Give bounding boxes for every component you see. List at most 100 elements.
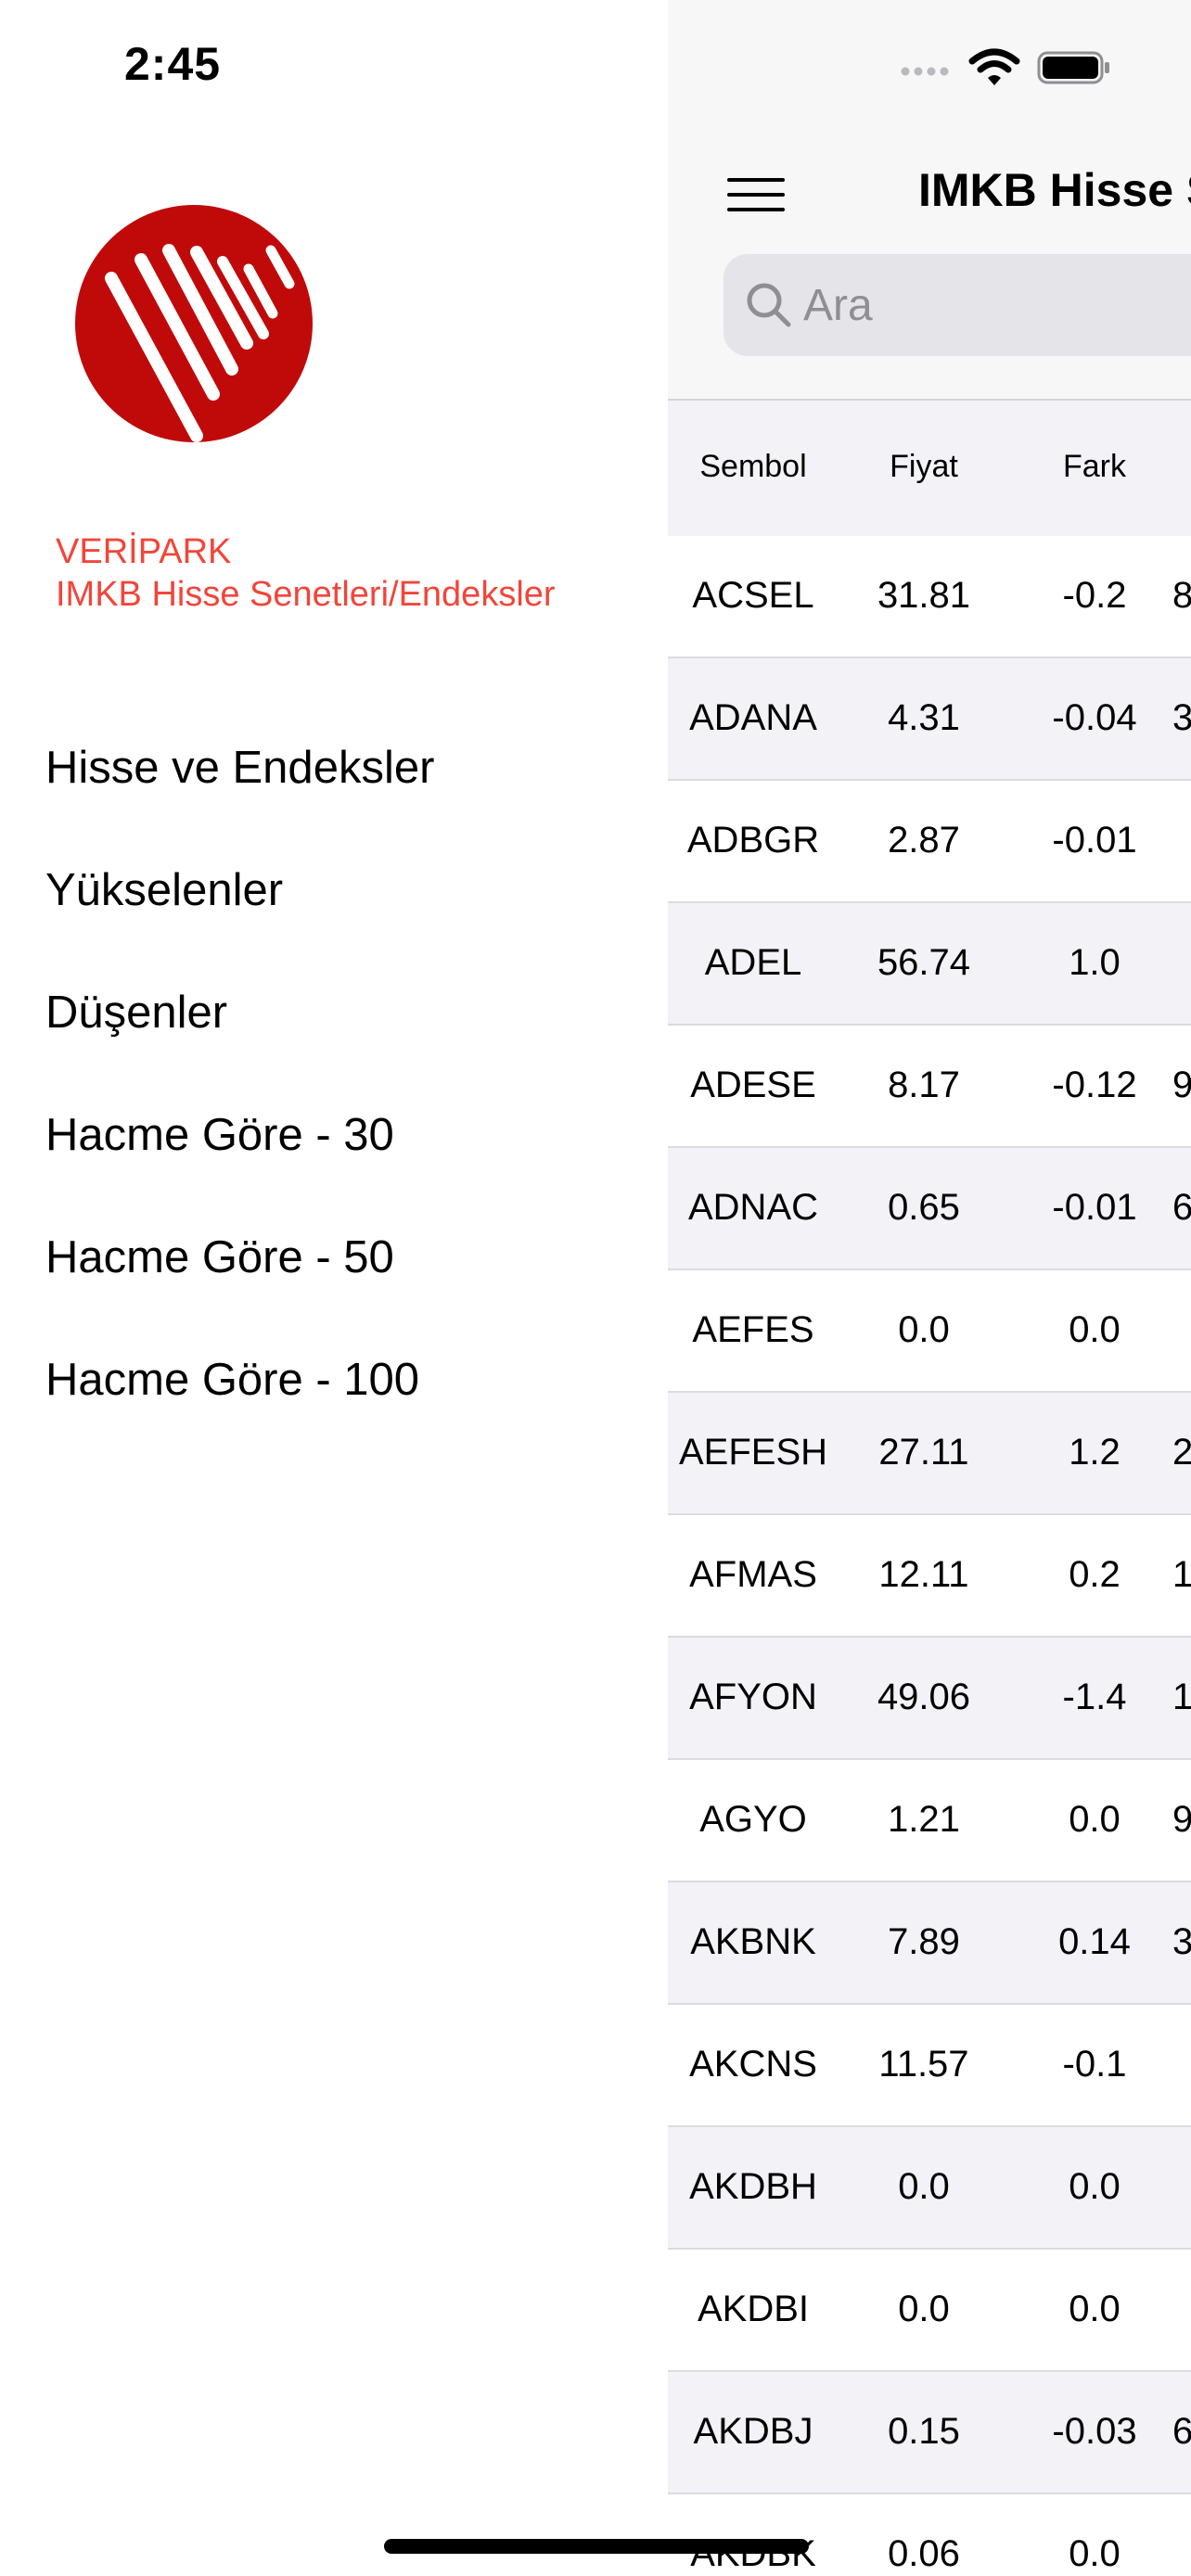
cell-diff: -0.03 (1052, 2411, 1137, 2452)
cell-diff: -0.2 (1062, 575, 1127, 616)
cell-diff: -0.12 (1052, 1065, 1137, 1105)
cell-price: 31.81 (877, 575, 971, 616)
wifi-icon (968, 48, 1020, 85)
cell-price: 0.0 (898, 2289, 950, 2329)
cell-symbol: AEFESH (678, 1432, 828, 1473)
column-header-sembol: Sembol (699, 449, 807, 484)
home-indicator[interactable] (384, 2539, 809, 2554)
cell-diff: 0.14 (1058, 1921, 1131, 1962)
cellular-signal-icon (901, 67, 949, 76)
cell-extra: 9 (1172, 1065, 1191, 1105)
cell-price: 12.11 (878, 1554, 969, 1595)
cell-symbol: AEFES (692, 1309, 814, 1350)
cell-price: 56.74 (877, 942, 971, 983)
menu-item-hacme-gore-50[interactable]: Hacme Göre - 50 (0, 1196, 668, 1319)
table-row[interactable]: AKDBH 0.0 0.0 (668, 2127, 1191, 2250)
table-row[interactable]: ADNAC 0.65 -0.01 6 (668, 1148, 1191, 1270)
search-input[interactable] (803, 254, 1191, 356)
stock-table: ACSEL 31.81 -0.2 8 ADANA 4.31 -0.04 3 AD… (668, 536, 1191, 2576)
brand-subtitle: IMKB Hisse Senetleri/Endeksler (56, 575, 556, 614)
table-row[interactable]: ADESE 8.17 -0.12 9 (668, 1026, 1191, 1148)
table-row[interactable]: AKDBI 0.0 0.0 (668, 2250, 1191, 2372)
cell-diff: -0.01 (1052, 820, 1137, 861)
cell-extra: 8 (1172, 575, 1191, 616)
column-header-fiyat: Fiyat (890, 449, 958, 484)
cell-diff: 0.0 (1069, 2533, 1121, 2574)
menu-item-hisse-ve-endeksler[interactable]: Hisse ve Endeksler (0, 707, 668, 829)
cell-price: 0.15 (888, 2411, 960, 2452)
cell-symbol: ADBGR (686, 820, 820, 861)
search-bar[interactable] (724, 254, 1191, 356)
cell-extra: 1 (1172, 1677, 1191, 1717)
cell-diff: -0.01 (1052, 1187, 1137, 1228)
cell-symbol: ADANA (689, 697, 817, 738)
cell-extra: 3 (1172, 697, 1191, 738)
table-row[interactable]: AKDBK 0.06 0.0 (668, 2494, 1191, 2576)
cell-diff: 1.0 (1069, 942, 1121, 983)
status-icons (900, 48, 1111, 87)
cell-price: 0.06 (888, 2533, 960, 2574)
cell-price: 8.17 (888, 1065, 960, 1105)
cell-extra: 6 (1172, 1187, 1191, 1228)
cell-price: 7.89 (888, 1921, 960, 1962)
table-row[interactable]: AFYON 49.06 -1.4 1 (668, 1638, 1191, 1760)
menu-item-dusenler[interactable]: Düşenler (0, 951, 668, 1074)
cell-price: 0.65 (888, 1187, 960, 1228)
cell-price: 1.21 (888, 1799, 960, 1840)
table-header: Sembol Fiyat Fark (668, 401, 1191, 536)
menu-item-yukselenler[interactable]: Yükselenler (0, 829, 668, 951)
cell-symbol: ADEL (704, 942, 802, 983)
cell-symbol: AFMAS (689, 1554, 817, 1595)
veripark-logo (74, 204, 314, 443)
table-row[interactable]: ACSEL 31.81 -0.2 8 (668, 536, 1191, 658)
table-row[interactable]: AEFES 0.0 0.0 (668, 1270, 1191, 1393)
cell-extra: 2 (1172, 1432, 1191, 1473)
search-icon (747, 283, 791, 327)
drawer-menu: Hisse ve Endeksler Yükselenler Düşenler … (0, 707, 668, 1441)
column-header-fark: Fark (1063, 449, 1126, 484)
cell-extra: 1 (1172, 1554, 1191, 1595)
table-row[interactable]: AFMAS 12.11 0.2 1 (668, 1515, 1191, 1638)
table-row[interactable]: AEFESH 27.11 1.2 2 (668, 1393, 1191, 1515)
cell-price: 27.11 (878, 1432, 969, 1473)
cell-price: 2.87 (888, 820, 960, 861)
cell-symbol: AKCNS (689, 2044, 817, 2085)
cell-diff: 0.2 (1069, 1554, 1121, 1595)
hamburger-menu-icon[interactable] (727, 176, 785, 213)
status-time: 2:45 (124, 38, 222, 90)
page-title: IMKB Hisse S (918, 164, 1191, 216)
table-row[interactable]: AKDBJ 0.15 -0.03 6 (668, 2372, 1191, 2494)
cell-symbol: ADESE (690, 1065, 816, 1105)
cell-price: 11.57 (878, 2044, 969, 2085)
cell-diff: -0.04 (1052, 697, 1137, 738)
cell-diff: 0.0 (1069, 1309, 1121, 1350)
table-row[interactable]: ADBGR 2.87 -0.01 (668, 781, 1191, 903)
brand-name: VERİPARK (56, 532, 232, 571)
cell-diff: -1.4 (1062, 1677, 1127, 1717)
battery-icon (1037, 51, 1109, 84)
cell-symbol: AKDBH (689, 2166, 817, 2207)
cell-price: 49.06 (877, 1677, 971, 1717)
table-row[interactable]: AKCNS 11.57 -0.1 (668, 2005, 1191, 2127)
cell-diff: 1.2 (1069, 1432, 1121, 1473)
cell-symbol: ADNAC (687, 1187, 819, 1228)
cell-symbol: AKBNK (690, 1921, 816, 1962)
table-row[interactable]: AKBNK 7.89 0.14 3 (668, 1882, 1191, 2005)
cell-symbol: AGYO (699, 1799, 807, 1840)
side-drawer: 2:45 VERİPARK IMKB Hisse Senetleri/Endek… (0, 0, 668, 2576)
cell-extra: 6 (1172, 2411, 1191, 2452)
cell-symbol: AKDBJ (693, 2411, 813, 2452)
menu-item-hacme-gore-100[interactable]: Hacme Göre - 100 (0, 1319, 668, 1441)
table-row[interactable]: ADEL 56.74 1.0 (668, 903, 1191, 1026)
cell-diff: 0.0 (1069, 1799, 1121, 1840)
navigation-header: IMKB Hisse S (668, 0, 1191, 401)
menu-item-hacme-gore-30[interactable]: Hacme Göre - 30 (0, 1074, 668, 1196)
cell-price: 0.0 (898, 2166, 950, 2207)
cell-extra: 3 (1172, 1921, 1191, 1962)
table-row[interactable]: ADANA 4.31 -0.04 3 (668, 658, 1191, 781)
cell-diff: 0.0 (1069, 2289, 1121, 2329)
brand-text: VERİPARK IMKB Hisse Senetleri/Endeksler (56, 530, 659, 616)
table-row[interactable]: AGYO 1.21 0.0 9 (668, 1760, 1191, 1882)
cell-symbol: AFYON (689, 1677, 817, 1717)
cell-extra: 9 (1172, 1799, 1191, 1840)
